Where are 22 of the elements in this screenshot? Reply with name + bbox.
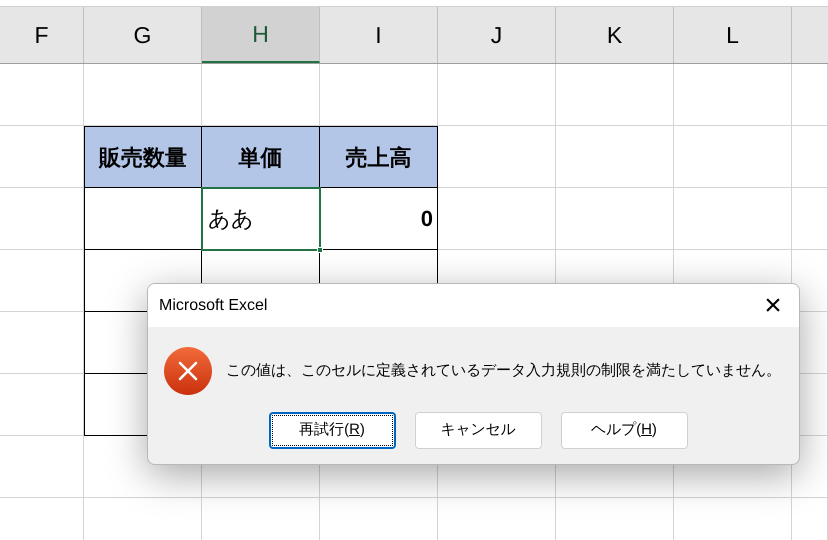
column-header[interactable]: J xyxy=(438,7,556,63)
spreadsheet-cell xyxy=(792,188,828,250)
column-header[interactable]: K xyxy=(556,7,674,63)
column-header[interactable]: L xyxy=(674,7,792,63)
table-header-cell: 販売数量 xyxy=(84,126,202,188)
close-button[interactable]: × xyxy=(757,290,789,322)
error-message: この値は、このセルに定義されているデータ入力規則の制限を満たしていません。 xyxy=(226,360,781,381)
table-header-cell: 単価 xyxy=(202,126,320,188)
table-cell: 0 xyxy=(320,188,438,250)
spreadsheet-cell xyxy=(792,126,828,188)
dialog-button[interactable]: キャンセル xyxy=(414,412,542,449)
dialog-button[interactable]: ヘルプ(H) xyxy=(560,412,688,449)
spreadsheet-cell xyxy=(792,436,828,498)
table-cell: ああ xyxy=(202,188,320,250)
table-header-cell: 売上高 xyxy=(320,126,438,188)
column-header[interactable]: I xyxy=(320,7,438,63)
dialog-title: Microsoft Excel xyxy=(159,296,268,316)
spreadsheet-cell xyxy=(792,64,828,126)
column-header[interactable]: F xyxy=(0,7,84,63)
column-header[interactable]: H xyxy=(202,7,320,63)
error-icon xyxy=(164,347,212,395)
dialog-button[interactable]: 再試行(R) xyxy=(268,412,396,449)
